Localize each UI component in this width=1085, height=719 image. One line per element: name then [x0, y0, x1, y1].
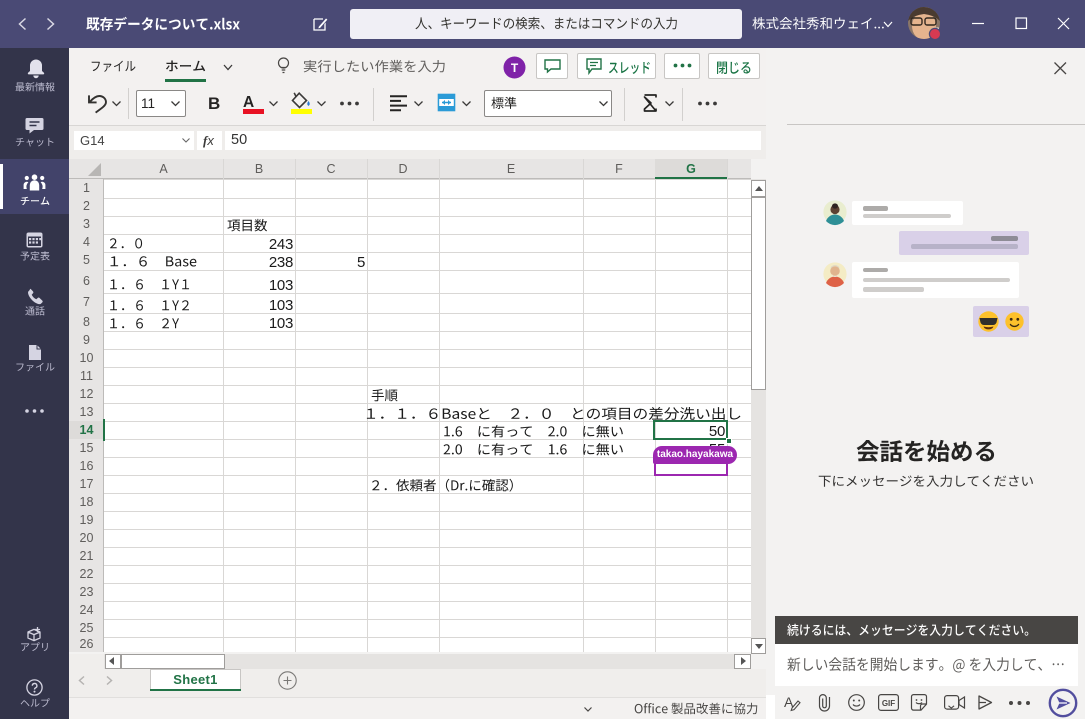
- svg-text:T: T: [511, 61, 519, 75]
- svg-text:GIF: GIF: [882, 699, 895, 708]
